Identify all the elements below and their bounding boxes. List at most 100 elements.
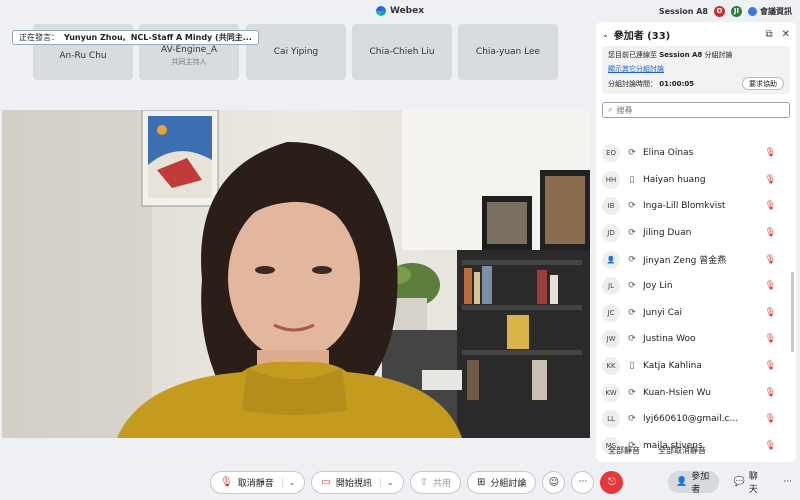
- show-other-breakouts-link[interactable]: 顯示其它分組討論: [608, 64, 784, 74]
- video-off-icon: ▭: [321, 476, 331, 488]
- participant-row[interactable]: EO ⟳ Elina Oinas 🎙: [596, 140, 796, 167]
- avatar: LL: [602, 410, 620, 429]
- breakout-status-text: 您目前已連線至: [608, 51, 657, 59]
- avatar: KK: [602, 357, 620, 376]
- video-frame: [2, 110, 590, 438]
- participant-list: EO ⟳ Elina Oinas 🎙 HH ▯ Haiyan huang 🎙 IB ⟳ Inga-L…: [596, 140, 796, 459]
- panel-title: 參加者 (33): [613, 30, 671, 42]
- share-button[interactable]: ⇪ 共用: [409, 470, 461, 494]
- muted-mic-icon[interactable]: 🎙: [765, 414, 776, 424]
- active-speaker-banner: 正在發言： Yunyun Zhou, NCL-Staff A Mindy (共同…: [12, 30, 259, 45]
- more-panels-button[interactable]: ···: [775, 471, 800, 493]
- tile-name: An-Ru Chu: [59, 51, 107, 61]
- chevron-down-icon[interactable]: ⌄: [379, 477, 394, 487]
- sync-audio-icon: ⟳: [628, 387, 636, 398]
- ask-for-help-button[interactable]: 要求協助: [742, 77, 784, 90]
- exit-icon: ⎋: [607, 476, 616, 488]
- tab-chat[interactable]: 💬 聊天: [725, 471, 769, 495]
- breakout-status: 您目前已連線至 Session A8 分組討論: [608, 50, 784, 60]
- muted-mic-icon[interactable]: 🎙: [765, 361, 776, 371]
- participant-row[interactable]: HH ▯ Haiyan huang 🎙: [596, 167, 796, 194]
- avatar: EO: [602, 144, 620, 163]
- muted-mic-icon[interactable]: 🎙: [765, 228, 776, 238]
- muted-mic-icon[interactable]: 🎙: [765, 175, 776, 185]
- unmute-button[interactable]: 🎙 取消靜音 ⌄: [210, 470, 306, 494]
- close-icon[interactable]: ✕: [782, 29, 790, 40]
- sync-audio-icon: ⟳: [628, 281, 636, 292]
- muted-mic-icon[interactable]: 🎙: [765, 148, 776, 158]
- search-icon: ⌕: [608, 105, 613, 114]
- reactions-button[interactable]: ☺: [542, 470, 566, 494]
- muted-mic-icon[interactable]: 🎙: [765, 255, 776, 265]
- chat-bubble-icon: 💬: [733, 477, 745, 487]
- app-title: Webex: [389, 6, 425, 16]
- sync-audio-icon: ⟳: [628, 307, 636, 318]
- participants-panel: ⌄ 參加者 (33) ⧉ ✕ 您目前已連線至 Session A8 分組討論 顯…: [596, 22, 796, 462]
- participant-row[interactable]: LL ⟳ lyj660610@gmail.c... 🎙: [596, 406, 796, 433]
- mic-off-icon: 🎙: [220, 476, 233, 488]
- participant-row[interactable]: JD ⟳ Jiling Duan 🎙: [596, 220, 796, 247]
- start-video-button[interactable]: ▭ 開始視訊 ⌄: [311, 470, 404, 494]
- start-video-label: 開始視訊: [335, 478, 372, 489]
- muted-mic-icon[interactable]: 🎙: [765, 308, 776, 318]
- phone-icon: ▯: [629, 361, 635, 372]
- session-name: Session A8: [658, 6, 708, 16]
- tile-name: AV-Engine_A: [161, 45, 217, 55]
- breakout-button[interactable]: ⊞ 分組討論: [467, 470, 537, 494]
- avatar: JW: [602, 330, 620, 349]
- participant-row[interactable]: JW ⟳ Justina Woo 🎙: [596, 326, 796, 353]
- collapse-chevron-icon[interactable]: ⌄: [602, 30, 609, 39]
- panel-footer: 全部靜音 全部取消靜音: [596, 438, 796, 462]
- meeting-controls: 🎙 取消靜音 ⌄ ▭ 開始視訊 ⌄ ⇪ 共用 ⊞ 分組討論 ☺ ··· ⎋: [210, 470, 624, 494]
- webex-logo-icon: [375, 6, 386, 16]
- timer-value: 01:00:05: [659, 80, 695, 88]
- avatar: JL: [602, 277, 620, 296]
- chevron-down-icon[interactable]: ⌄: [281, 477, 295, 487]
- muted-mic-icon[interactable]: 🎙: [765, 281, 776, 291]
- title-bar: Webex Session A8 O JI 會議資訊: [0, 0, 800, 22]
- avatar: JD: [602, 224, 620, 243]
- unmute-all-button[interactable]: 全部取消靜音: [658, 445, 706, 456]
- search-input[interactable]: [616, 105, 767, 115]
- pop-out-icon[interactable]: ⧉: [765, 29, 772, 40]
- more-label: ···: [578, 477, 588, 487]
- participant-tile[interactable]: Chia-Chieh Liu: [352, 24, 452, 80]
- avatar: IB: [602, 197, 620, 216]
- sync-audio-icon: ⟳: [628, 201, 636, 212]
- meeting-info-label: 會議資訊: [760, 6, 792, 16]
- share-icon: ⇪: [419, 476, 428, 488]
- participant-row[interactable]: IB ⟳ Inga-Lill Blomkvist 🎙: [596, 193, 796, 220]
- avatar: 👤: [602, 250, 620, 269]
- share-label: 共用: [432, 478, 451, 489]
- breakout-label: 分組討論: [490, 478, 527, 489]
- sync-audio-icon: ⟳: [628, 148, 636, 159]
- participant-row[interactable]: KW ⟳ Kuan-Hsien Wu 🎙: [596, 379, 796, 406]
- avatar: KW: [602, 383, 620, 402]
- muted-mic-icon[interactable]: 🎙: [765, 388, 776, 398]
- breakout-status-end: 分組討論: [704, 51, 733, 59]
- tab-participants[interactable]: 👤 參加者: [668, 471, 720, 495]
- side-panel-tabs: 👤 參加者 💬 聊天 ···: [668, 470, 800, 495]
- participant-row[interactable]: JL ⟳ Joy Lin 🎙: [596, 273, 796, 300]
- participant-tile[interactable]: Chia-yuan Lee: [458, 24, 558, 80]
- user-avatar-o[interactable]: O: [714, 5, 725, 17]
- participant-row[interactable]: 👤 ⟳ Jinyan Zeng 曾金燕 🎙: [596, 246, 796, 273]
- speaker-name-1: Yunyun Zhou,: [64, 33, 126, 42]
- more-panels-label: ···: [783, 477, 792, 487]
- meeting-info-button[interactable]: 會議資訊: [748, 6, 792, 17]
- user-avatar-ji[interactable]: JI: [731, 5, 742, 17]
- participant-search[interactable]: ⌕: [602, 102, 790, 118]
- breakout-session-name: Session A8: [659, 51, 703, 59]
- more-options-button[interactable]: ···: [571, 470, 595, 494]
- participant-row[interactable]: KK ▯ Katja Kahlina 🎙: [596, 353, 796, 380]
- muted-mic-icon[interactable]: 🎙: [765, 334, 776, 344]
- active-speaker-video[interactable]: [2, 110, 590, 438]
- title-bar-right: Session A8 O JI 會議資訊: [659, 0, 792, 22]
- participant-row[interactable]: JC ⟳ Junyi Cai 🎙: [596, 300, 796, 327]
- leave-meeting-button[interactable]: ⎋: [600, 470, 624, 494]
- tile-name: Chia-yuan Lee: [475, 47, 541, 57]
- mute-all-button[interactable]: 全部靜音: [608, 445, 640, 456]
- participant-list-scrollbar[interactable]: [791, 272, 794, 352]
- participant-tile[interactable]: Cai Yiping: [246, 24, 346, 80]
- muted-mic-icon[interactable]: 🎙: [765, 201, 776, 211]
